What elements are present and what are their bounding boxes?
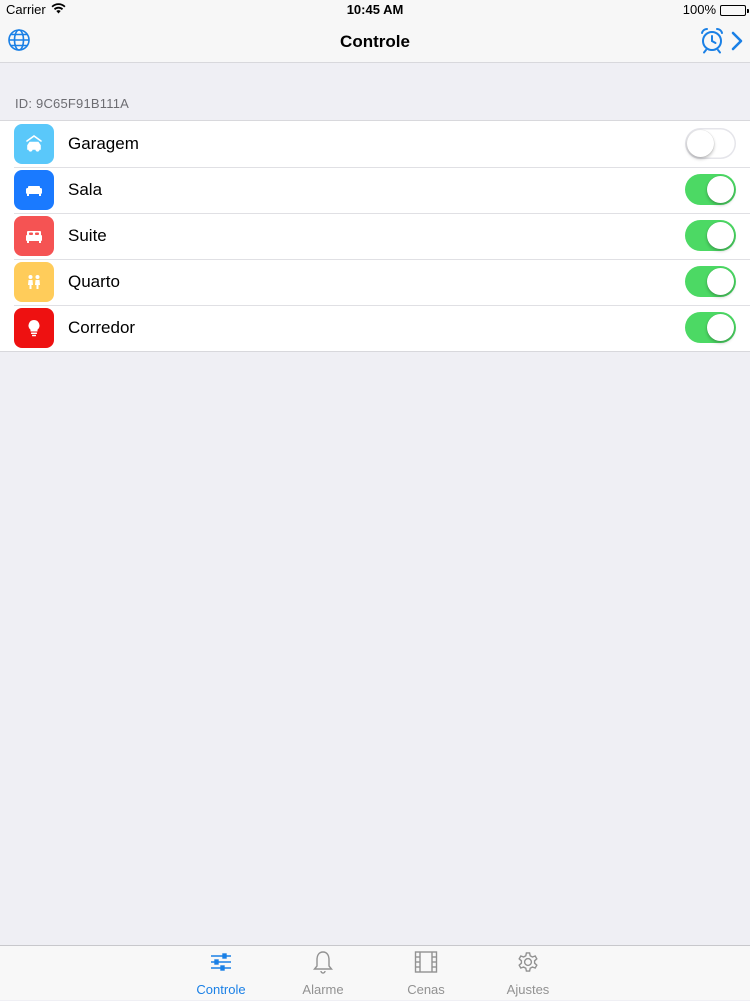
list-item-suite: Suite — [0, 213, 750, 259]
tab-alarme[interactable]: Alarme — [283, 946, 363, 1001]
alarm-clock-icon[interactable] — [698, 26, 726, 54]
battery-icon — [720, 4, 749, 16]
sala-toggle[interactable] — [685, 174, 736, 205]
bed-icon — [14, 216, 54, 256]
film-icon — [414, 951, 438, 973]
status-bar: Carrier 10:45 AM 100% — [0, 0, 750, 20]
sofa-icon — [14, 170, 54, 210]
tab-label: Cenas — [407, 982, 445, 997]
room-label: Suite — [68, 226, 107, 245]
kids-icon — [14, 262, 54, 302]
room-label: Corredor — [68, 318, 136, 337]
toggle-knob — [707, 268, 734, 295]
corredor-toggle[interactable] — [685, 312, 736, 343]
globe-icon[interactable] — [7, 28, 31, 52]
car-icon — [14, 124, 54, 164]
room-label: Sala — [68, 180, 103, 199]
room-label: Garagem — [68, 134, 139, 153]
bell-icon — [313, 951, 333, 974]
list-item-corredor: Corredor — [0, 305, 750, 351]
navigation-bar: Controle — [0, 20, 750, 63]
status-time: 10:45 AM — [346, 2, 404, 17]
tab-label: Alarme — [302, 982, 344, 997]
room-label: Quarto — [68, 272, 120, 291]
tab-cenas[interactable]: Cenas — [386, 946, 466, 1001]
list-item-sala: Sala — [0, 167, 750, 213]
suite-toggle[interactable] — [685, 220, 736, 251]
list-item-garagem: Garagem — [0, 121, 750, 167]
tab-ajustes[interactable]: Ajustes — [488, 946, 568, 1001]
garagem-toggle[interactable] — [685, 128, 736, 159]
chevron-right-icon[interactable] — [730, 30, 744, 52]
tab-controle[interactable]: Controle — [181, 946, 261, 1001]
tab-label: Ajustes — [506, 982, 550, 997]
page-title: Controle — [340, 32, 410, 51]
toggle-knob — [707, 176, 734, 203]
battery-percent: 100% — [682, 2, 716, 17]
tab-label: Controle — [196, 982, 246, 997]
toggle-knob — [707, 222, 734, 249]
toggle-knob — [707, 314, 734, 341]
toggle-knob — [687, 130, 714, 157]
sliders-icon — [211, 953, 231, 971]
quarto-toggle[interactable] — [685, 266, 736, 297]
device-id-header: ID: 9C65F91B111A — [15, 96, 130, 111]
room-list: Garagem Sala Suite Quarto Corredor — [0, 120, 750, 352]
gear-icon — [518, 952, 538, 972]
tab-bar: Controle Alarme Cenas Ajustes — [0, 945, 750, 1000]
lightbulb-icon — [14, 308, 54, 348]
status-right: 100% — [682, 0, 749, 20]
list-item-quarto: Quarto — [0, 259, 750, 305]
